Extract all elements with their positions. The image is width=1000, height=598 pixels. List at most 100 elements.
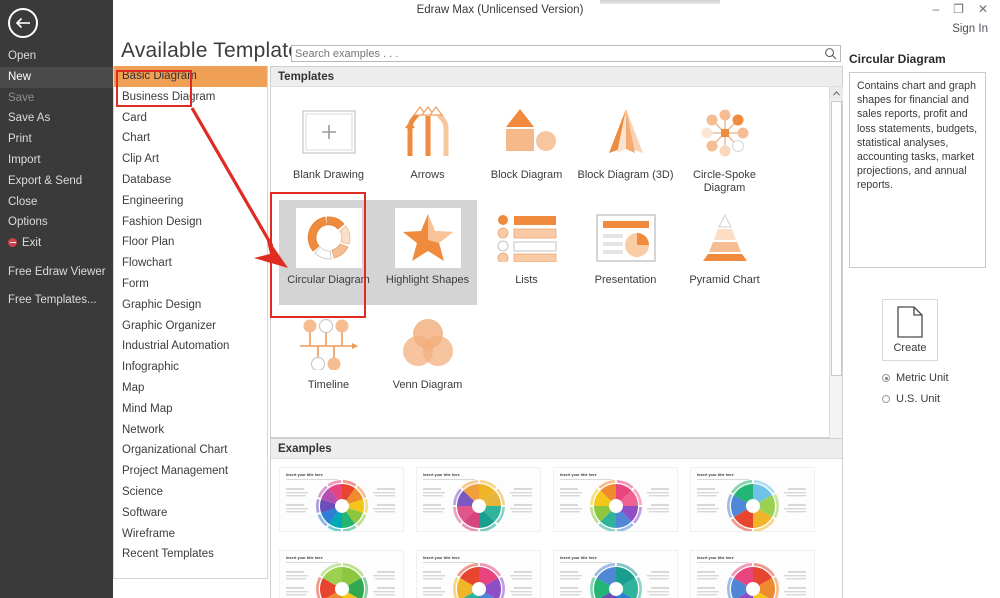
template-card-highlight-shapes[interactable]: Highlight Shapes <box>378 200 477 305</box>
sidebar-item-free-edraw-viewer[interactable]: Free Edraw Viewer <box>0 262 113 283</box>
create-button[interactable]: Create <box>882 299 938 361</box>
category-item-map[interactable]: Map <box>114 378 267 399</box>
category-item-mind-map[interactable]: Mind Map <box>114 399 267 420</box>
template-card-label: Presentation <box>594 274 657 286</box>
pyramid-icon <box>692 208 758 268</box>
blank-page-plus-icon <box>296 103 362 163</box>
category-item-card[interactable]: Card <box>114 108 267 129</box>
template-card-label: Block Diagram (3D) <box>577 169 674 181</box>
example-card[interactable]: Insert your title here <box>279 467 404 532</box>
category-item-graphic-organizer[interactable]: Graphic Organizer <box>114 316 267 337</box>
category-item-industrial-automation[interactable]: Industrial Automation <box>114 336 267 357</box>
search-icon[interactable] <box>824 47 837 60</box>
template-card-presentation[interactable]: Presentation <box>576 200 675 305</box>
category-item-flowchart[interactable]: Flowchart <box>114 253 267 274</box>
sidebar-item-save-as[interactable]: Save As <box>0 108 113 129</box>
template-card-arrows[interactable]: Arrows <box>378 95 477 200</box>
radio-icon-metric <box>882 374 890 382</box>
template-card-blank-drawing[interactable]: Blank Drawing <box>279 95 378 200</box>
category-item-organizational-chart[interactable]: Organizational Chart <box>114 440 267 461</box>
category-item-project-management[interactable]: Project Management <box>114 461 267 482</box>
back-arrow-icon[interactable] <box>8 8 38 38</box>
close-icon[interactable]: ✕ <box>978 2 988 16</box>
template-card-block-diagram[interactable]: Block Diagram <box>477 95 576 200</box>
sidebar-item-new[interactable]: New <box>0 66 113 88</box>
category-item-software[interactable]: Software <box>114 503 267 524</box>
templates-section-header: Templates <box>271 67 842 87</box>
example-card[interactable]: Insert your title here <box>279 550 404 598</box>
scrollbar-thumb[interactable] <box>831 101 842 376</box>
unit-label-metric: Metric Unit <box>896 372 949 384</box>
category-item-basic-diagram[interactable]: Basic Diagram <box>114 66 267 87</box>
category-item-graphic-design[interactable]: Graphic Design <box>114 295 267 316</box>
venn-icon <box>395 313 461 373</box>
category-item-fashion-design[interactable]: Fashion Design <box>114 212 267 233</box>
example-card-subtitle-line <box>697 479 749 481</box>
detail-panel: Circular Diagram Contains chart and grap… <box>849 52 992 405</box>
template-card-timeline[interactable]: Timeline <box>279 305 378 410</box>
category-item-clip-art[interactable]: Clip Art <box>114 149 267 170</box>
category-item-wireframe[interactable]: Wireframe <box>114 524 267 545</box>
example-card-title: Insert your title here <box>423 556 460 560</box>
template-card-block-diagram-3d[interactable]: Block Diagram (3D) <box>576 95 675 200</box>
example-card-subtitle-line <box>697 562 749 564</box>
example-card-subtitle-line <box>423 562 475 564</box>
chevron-up-icon[interactable] <box>830 87 843 100</box>
window-title: Edraw Max (Unlicensed Version) <box>416 4 584 16</box>
template-card-lists[interactable]: Lists <box>477 200 576 305</box>
template-card-label: Highlight Shapes <box>385 274 470 286</box>
examples-panel: Examples Insert your title here Insert y… <box>270 438 843 598</box>
example-card[interactable]: Insert your title here <box>690 550 815 598</box>
template-card-circle-spoke-diagram[interactable]: Circle-Spoke Diagram <box>675 95 774 200</box>
unit-radio-metric[interactable]: Metric Unit <box>882 372 949 384</box>
exit-icon <box>8 238 17 248</box>
templates-grid: Blank Drawing Arrows Block Diagram Block… <box>271 87 831 410</box>
template-card-venn-diagram[interactable]: Venn Diagram <box>378 305 477 410</box>
template-card-label: Timeline <box>307 379 350 391</box>
example-card-title: Insert your title here <box>560 556 597 560</box>
sidebar-item-close[interactable]: Close <box>0 192 113 213</box>
category-item-database[interactable]: Database <box>114 170 267 191</box>
sidebar-item-open[interactable]: Open <box>0 46 113 67</box>
category-item-network[interactable]: Network <box>114 420 267 441</box>
category-item-chart[interactable]: Chart <box>114 128 267 149</box>
template-card-circular-diagram[interactable]: Circular Diagram <box>279 200 378 305</box>
example-card-title: Insert your title here <box>697 556 734 560</box>
search-box[interactable] <box>291 45 841 62</box>
category-list[interactable]: Basic Diagram Business Diagram Card Chart Cl… <box>113 66 268 579</box>
example-card-subtitle-line <box>560 479 612 481</box>
template-card-label: Pyramid Chart <box>689 274 760 286</box>
category-item-floor-plan[interactable]: Floor Plan <box>114 232 267 253</box>
category-item-recent-templates[interactable]: Recent Templates <box>114 544 267 565</box>
minimize-icon[interactable]: – <box>932 2 939 16</box>
category-item-infographic[interactable]: Infographic <box>114 357 267 378</box>
example-card[interactable]: Insert your title here <box>416 467 541 532</box>
create-button-label: Create <box>893 342 927 354</box>
restore-icon[interactable]: ❐ <box>953 2 964 16</box>
category-item-engineering[interactable]: Engineering <box>114 191 267 212</box>
example-wheel-graphic <box>417 468 540 531</box>
example-card[interactable]: Insert your title here <box>553 467 678 532</box>
example-card-subtitle-line <box>286 562 338 564</box>
sidebar-item-options[interactable]: Options <box>0 212 113 233</box>
templates-scrollbar[interactable] <box>829 87 843 438</box>
sidebar-item-print[interactable]: Print <box>0 129 113 150</box>
sidebar-item-import[interactable]: Import <box>0 150 113 171</box>
category-item-business-diagram[interactable]: Business Diagram <box>114 87 267 108</box>
detail-description: Contains chart and graph shapes for fina… <box>849 72 986 268</box>
search-input[interactable] <box>292 46 808 62</box>
presentation-icon <box>593 208 659 268</box>
example-card[interactable]: Insert your title here <box>690 467 815 532</box>
sidebar-item-free-templates[interactable]: Free Templates... <box>0 290 113 311</box>
example-card[interactable]: Insert your title here <box>416 550 541 598</box>
unit-radio-us[interactable]: U.S. Unit <box>882 393 940 405</box>
template-card-label: Circular Diagram <box>287 274 370 286</box>
template-card-pyramid-chart[interactable]: Pyramid Chart <box>675 200 774 305</box>
category-item-science[interactable]: Science <box>114 482 267 503</box>
sign-in-button[interactable]: Sign In <box>952 23 988 35</box>
example-card[interactable]: Insert your title here <box>553 550 678 598</box>
category-item-form[interactable]: Form <box>114 274 267 295</box>
sidebar-item-export-send[interactable]: Export & Send <box>0 171 113 192</box>
sidebar-item-exit[interactable]: Exit <box>0 233 113 254</box>
template-card-label: Circle-Spoke Diagram <box>693 169 756 194</box>
